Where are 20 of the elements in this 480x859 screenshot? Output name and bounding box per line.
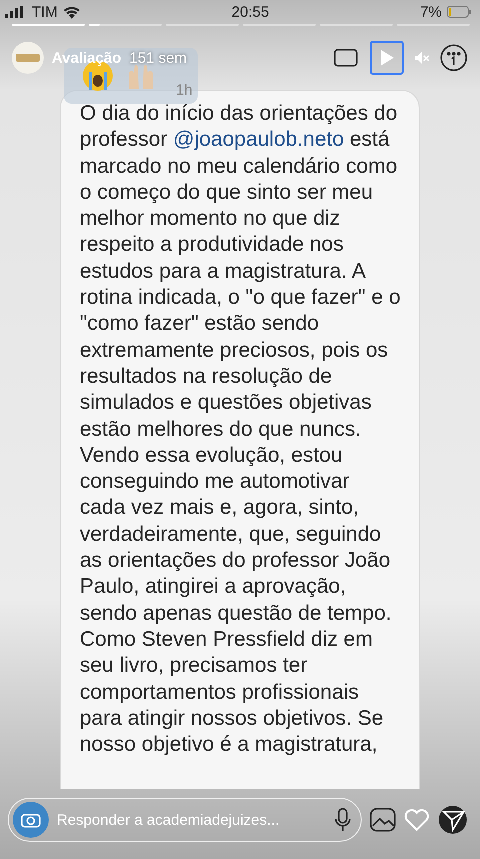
video-camera-icon[interactable]: [334, 49, 360, 67]
battery-icon: [447, 6, 472, 18]
send-icon[interactable]: [438, 805, 468, 835]
clock-time: 20:55: [232, 4, 270, 20]
story-age: 151 sem: [130, 50, 188, 66]
reply-field[interactable]: Responder a academiadejuizes...: [8, 798, 362, 842]
carrier-name: TIM: [32, 4, 58, 20]
message-text: O dia do início das orientações do professor @joaopaulob.neto está marcado no meu calendário como o começo do que sinto ser meu melhor momento no que diz respeito a produtividade nos estudos para a magistratura. A rotina indicada, o "o que fazer" e o "como fazer" estão sendo extremamente preciosos, pois os resultados na resolução de simulados e questões objetivas estão melhores do que nuncs. Vendo essa evolução, estou conseguindo me automotivar cada vez mais e, agora, sinto, verdadeiramente, que, seguindo as orientações do professor João Paulo, atingirei a aprovação, sendo apenas questão de tempo. Como Steven Pressfield diz em seu livro, precisamos ter comportamentos profissionais para atingir nossos objetivos. Se nosso objetivo é a magistratura,: [80, 101, 401, 758]
heart-icon[interactable]: [404, 808, 430, 832]
profile-avatar[interactable]: [12, 42, 44, 74]
reply-input[interactable]: Responder a academiadejuizes...: [55, 810, 329, 830]
play-button[interactable]: [370, 41, 404, 75]
more-options-icon[interactable]: [440, 44, 468, 72]
camera-icon[interactable]: [13, 802, 49, 838]
battery-percent: 7%: [420, 4, 442, 20]
wifi-icon: [62, 6, 81, 18]
microphone-icon[interactable]: [335, 808, 351, 832]
message-time: 1h: [176, 82, 193, 99]
gallery-icon[interactable]: [370, 808, 396, 832]
mention-link[interactable]: @joaopaulob.neto: [173, 128, 344, 152]
